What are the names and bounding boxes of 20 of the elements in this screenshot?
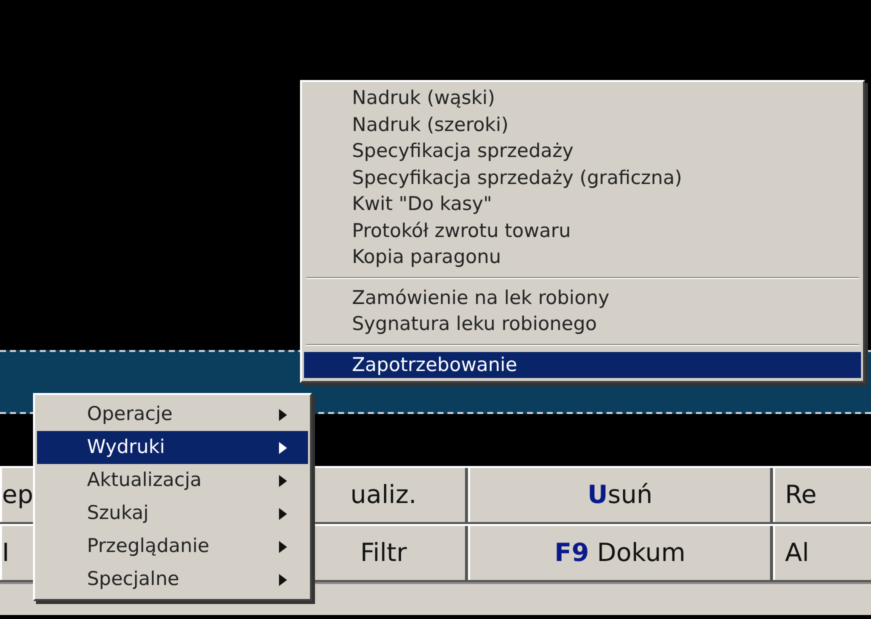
- menu-item[interactable]: Nadruk (szeroki): [304, 112, 861, 138]
- menu-item[interactable]: Operacje: [37, 398, 308, 431]
- toolbar-button[interactable]: Usuń: [468, 468, 773, 522]
- submenu-arrow-icon: [278, 474, 288, 488]
- menu-item[interactable]: Kopia paragonu: [304, 244, 861, 270]
- submenu-arrow-icon: [278, 540, 288, 554]
- menu-item[interactable]: Specyfikacja sprzedaży (graficzna): [304, 164, 861, 191]
- menu-item[interactable]: Specyfikacja sprzedaży: [304, 138, 861, 164]
- submenu-arrow-icon: [278, 408, 288, 422]
- submenu-arrow-icon: [278, 572, 288, 586]
- menu-item[interactable]: Zamówienie na lek robiony: [304, 284, 861, 311]
- menu-item[interactable]: Sygnatura leku robionego: [304, 311, 861, 338]
- submenu-arrow-icon: [278, 440, 288, 454]
- menu-item[interactable]: Kwit "Do kasy": [304, 191, 861, 218]
- menu-item[interactable]: Nadruk (wąski): [304, 85, 861, 112]
- menu-item[interactable]: Wydruki: [37, 431, 308, 464]
- toolbar-button[interactable]: F9 Dokum: [468, 526, 773, 580]
- submenu-arrow-icon: [278, 506, 288, 520]
- menu-item[interactable]: Protokół zwrotu towaru: [304, 218, 861, 244]
- menu-item[interactable]: Zapotrzebowanie: [304, 352, 861, 378]
